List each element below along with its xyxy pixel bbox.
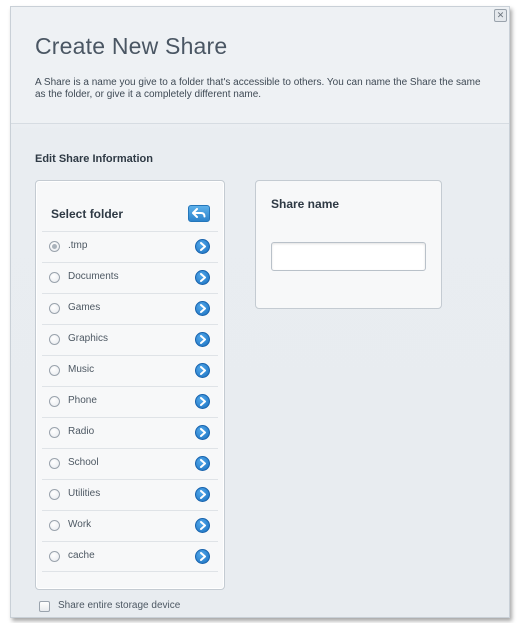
folder-radio[interactable]	[49, 303, 60, 314]
open-folder-arrow-icon[interactable]	[195, 363, 210, 378]
folder-row[interactable]: Documents	[42, 262, 218, 293]
back-arrow-icon[interactable]	[188, 205, 210, 222]
create-share-dialog: Create New Share A Share is a name you g…	[10, 6, 510, 618]
open-folder-arrow-icon[interactable]	[195, 518, 210, 533]
folder-name: Documents	[68, 271, 119, 282]
close-icon[interactable]: ✕	[494, 9, 507, 22]
folder-radio[interactable]	[49, 334, 60, 345]
share-name-label: Share name	[271, 197, 340, 211]
folder-radio[interactable]	[49, 365, 60, 376]
open-folder-arrow-icon[interactable]	[195, 549, 210, 564]
open-folder-arrow-icon[interactable]	[195, 456, 210, 471]
folder-row[interactable]: cache	[42, 541, 218, 572]
folder-radio[interactable]	[49, 489, 60, 500]
folder-row[interactable]: Music	[42, 355, 218, 386]
folder-row[interactable]: .tmp	[42, 231, 218, 262]
folder-name: Work	[68, 519, 92, 530]
dialog-title: Create New Share	[35, 33, 228, 59]
open-folder-arrow-icon[interactable]	[195, 332, 210, 347]
share-entire-device-checkbox[interactable]	[39, 601, 50, 612]
folder-radio[interactable]	[49, 427, 60, 438]
folder-radio[interactable]	[49, 396, 60, 407]
folder-row[interactable]: Utilities	[42, 479, 218, 510]
folder-row[interactable]: School	[42, 448, 218, 479]
folder-radio[interactable]	[49, 520, 60, 531]
folder-name: Utilities	[68, 488, 101, 499]
section-title: Edit Share Information	[35, 153, 153, 165]
folder-row[interactable]: Graphics	[42, 324, 218, 355]
folder-list: .tmp Documents Games Graphics Music Phone Radi…	[42, 231, 218, 572]
dialog-description: A Share is a name you give to a folder t…	[35, 77, 481, 100]
open-folder-arrow-icon[interactable]	[195, 487, 210, 502]
share-name-panel: Share name	[255, 180, 442, 309]
open-folder-arrow-icon[interactable]	[195, 394, 210, 409]
folder-name: Games	[68, 302, 101, 313]
folder-name: .tmp	[68, 240, 88, 251]
folder-radio[interactable]	[49, 458, 60, 469]
select-folder-panel: Select folder .tmp Documents Games Graphics…	[35, 180, 225, 590]
folder-name: Radio	[68, 426, 95, 437]
folder-radio[interactable]	[49, 241, 60, 252]
share-name-input[interactable]	[271, 242, 426, 271]
folder-name: School	[68, 457, 99, 468]
folder-row[interactable]: Games	[42, 293, 218, 324]
share-entire-device-label: Share entire storage device	[58, 600, 181, 611]
select-folder-header: Select folder	[36, 181, 224, 231]
folder-row[interactable]: Phone	[42, 386, 218, 417]
folder-name: cache	[68, 550, 95, 561]
open-folder-arrow-icon[interactable]	[195, 270, 210, 285]
folder-name: Graphics	[68, 333, 109, 344]
folder-radio[interactable]	[49, 272, 60, 283]
open-folder-arrow-icon[interactable]	[195, 239, 210, 254]
folder-name: Phone	[68, 395, 97, 406]
folder-row[interactable]: Work	[42, 510, 218, 541]
dialog-header: Create New Share A Share is a name you g…	[11, 7, 509, 124]
select-folder-label: Select folder	[51, 207, 124, 221]
open-folder-arrow-icon[interactable]	[195, 425, 210, 440]
folder-name: Music	[68, 364, 95, 375]
open-folder-arrow-icon[interactable]	[195, 301, 210, 316]
folder-row[interactable]: Radio	[42, 417, 218, 448]
folder-radio[interactable]	[49, 551, 60, 562]
